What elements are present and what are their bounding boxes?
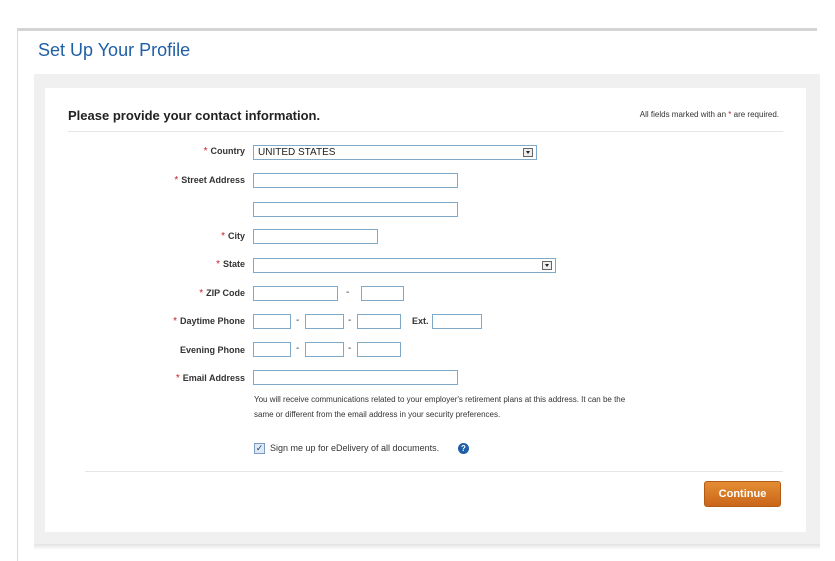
evening-phone-label: Evening Phone [150, 345, 245, 355]
evening-phone-prefix-input[interactable] [305, 342, 344, 357]
city-label-text: City [227, 231, 245, 241]
phone-separator: - [296, 343, 300, 354]
phone-separator: - [348, 343, 352, 354]
country-label: * Country [150, 146, 245, 157]
daytime-phone-line-input[interactable] [357, 314, 401, 329]
email-address-label: * Email Address [150, 373, 245, 384]
required-star: * [216, 259, 220, 270]
daytime-phone-prefix-input[interactable] [305, 314, 344, 329]
street-address-label-text: Street Address [181, 175, 245, 185]
phone-separator: - [296, 315, 300, 326]
chevron-down-icon[interactable] [523, 148, 533, 157]
state-select[interactable] [253, 258, 556, 273]
continue-button[interactable]: Continue [704, 481, 781, 507]
required-note-suffix: are required. [733, 110, 779, 119]
required-star: * [175, 373, 180, 384]
phone-separator: - [348, 315, 352, 326]
evening-phone-area-input[interactable] [253, 342, 291, 357]
edelivery-label[interactable]: Sign me up for eDelivery of all document… [270, 443, 439, 453]
daytime-phone-label: * Daytime Phone [150, 316, 245, 327]
street-address-label: * Street Address [150, 175, 245, 186]
email-address-label-text: Email Address [182, 373, 245, 383]
country-label-text: Country [210, 146, 246, 156]
zip-separator: - [346, 287, 350, 298]
zip-code-label: * ZIP Code [150, 288, 245, 299]
email-address-input[interactable] [253, 370, 458, 385]
city-label: * City [150, 231, 245, 242]
street-address-line1-input[interactable] [253, 173, 458, 188]
required-note: All fields marked with an * are required… [640, 110, 779, 119]
left-divider [17, 28, 18, 561]
required-star: * [203, 146, 208, 157]
top-divider [17, 28, 817, 31]
country-select[interactable]: UNITED STATES [253, 145, 537, 160]
required-star: * [174, 175, 179, 186]
daytime-phone-ext-input[interactable] [432, 314, 482, 329]
section-heading: Please provide your contact information. [68, 108, 321, 123]
ext-label: Ext. [412, 316, 429, 326]
page-title: Set Up Your Profile [38, 40, 191, 60]
zip-code-input[interactable] [253, 286, 338, 301]
question-icon[interactable]: ? [458, 443, 469, 454]
footer-divider [85, 471, 783, 472]
evening-phone-label-text: Evening Phone [179, 345, 245, 355]
daytime-phone-label-text: Daytime Phone [179, 316, 245, 326]
zip-extension-input[interactable] [361, 286, 404, 301]
city-input[interactable] [253, 229, 378, 244]
heading-divider [68, 131, 783, 132]
required-star: * [173, 316, 177, 327]
zip-code-label-text: ZIP Code [206, 288, 245, 298]
panel-shadow [34, 544, 820, 550]
chevron-down-icon[interactable] [542, 261, 552, 270]
required-star: * [221, 231, 225, 242]
required-note-prefix: All fields marked with an [639, 110, 727, 119]
state-label: * State [150, 259, 245, 270]
street-address-line2-input[interactable] [253, 202, 458, 217]
country-selected-value: UNITED STATES [258, 147, 336, 158]
required-star: * [199, 288, 204, 299]
edelivery-checkbox[interactable]: ✓ [254, 443, 265, 454]
email-help-text: You will receive communications related … [254, 395, 626, 419]
state-label-text: State [222, 259, 245, 269]
required-star: * [728, 110, 732, 119]
evening-phone-line-input[interactable] [357, 342, 401, 357]
daytime-phone-area-input[interactable] [253, 314, 291, 329]
